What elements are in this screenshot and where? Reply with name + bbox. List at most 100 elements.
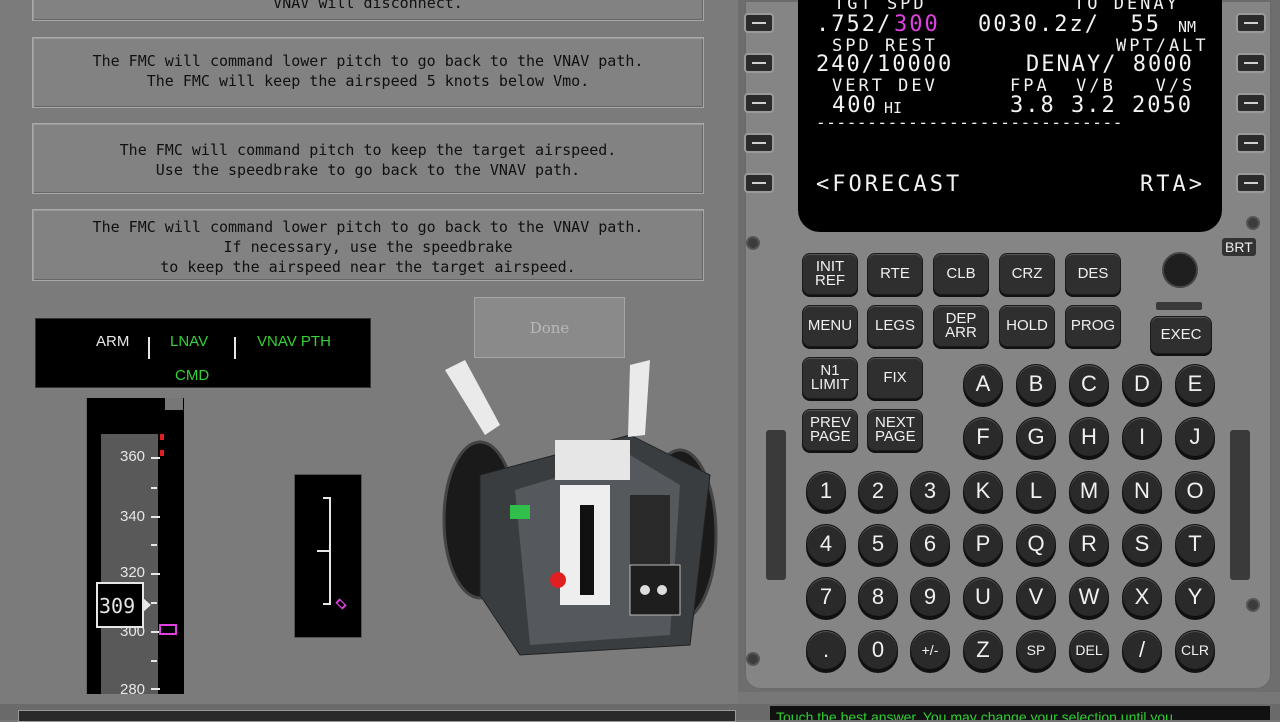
key-clb[interactable]: CLB — [933, 253, 989, 295]
key-rte[interactable]: RTE — [867, 253, 923, 295]
tape-tick — [151, 688, 160, 690]
key-label: NEXT PAGE — [875, 414, 916, 445]
brightness-knob[interactable] — [1162, 252, 1198, 288]
exec-key[interactable]: EXEC — [1150, 316, 1212, 354]
lsk-1r[interactable] — [1236, 13, 1266, 33]
key-d[interactable]: D — [1122, 364, 1162, 404]
key-g[interactable]: G — [1016, 417, 1056, 457]
fma-cmd: CMD — [175, 367, 210, 384]
key-k[interactable]: K — [963, 471, 1003, 511]
key-plus-minus[interactable]: +/- — [910, 630, 950, 670]
key-5[interactable]: 5 — [858, 524, 898, 564]
key-label: INIT REF — [815, 258, 845, 289]
key-n1-limit[interactable]: N1 LIMIT — [802, 357, 858, 399]
cdu-eta-distance: 0030.2z/ 55 — [978, 12, 1161, 37]
key-b[interactable]: B — [1016, 364, 1056, 404]
key-crz[interactable]: CRZ — [999, 253, 1055, 295]
fma-divider — [148, 337, 150, 359]
key-6[interactable]: 6 — [910, 524, 950, 564]
key-fix[interactable]: FIX — [867, 357, 923, 399]
tape-tick-minor — [151, 602, 157, 604]
key-next-page[interactable]: NEXT PAGE — [867, 409, 923, 451]
key-clear[interactable]: CLR — [1175, 630, 1215, 670]
key-slash[interactable]: / — [1122, 630, 1162, 670]
answer-option-4[interactable]: The FMC will command lower pitch to go b… — [32, 209, 704, 281]
key-init-ref[interactable]: INIT REF — [802, 253, 858, 295]
key-legs[interactable]: LEGS — [867, 305, 923, 347]
key-p[interactable]: P — [963, 524, 1003, 564]
tape-tick-minor — [151, 660, 157, 662]
status-bar-left — [18, 710, 736, 722]
lsk-5l[interactable] — [744, 173, 774, 193]
key-l[interactable]: L — [1016, 471, 1056, 511]
answer-option-1[interactable]: VNAV will disconnect. — [32, 0, 704, 21]
cdu-target-speed: 300 — [894, 12, 940, 37]
key-4[interactable]: 4 — [806, 524, 846, 564]
key-m[interactable]: M — [1069, 471, 1109, 511]
vertical-deviation-scale — [294, 474, 362, 638]
lsk-3l[interactable] — [744, 93, 774, 113]
key-z[interactable]: Z — [963, 630, 1003, 670]
key-prog[interactable]: PROG — [1065, 305, 1121, 347]
key-h[interactable]: H — [1069, 417, 1109, 457]
key-3[interactable]: 3 — [910, 471, 950, 511]
key-a[interactable]: A — [963, 364, 1003, 404]
key-u[interactable]: U — [963, 577, 1003, 617]
lsk-1l[interactable] — [744, 13, 774, 33]
key-0[interactable]: 0 — [858, 630, 898, 670]
key-1[interactable]: 1 — [806, 471, 846, 511]
lsk-3r[interactable] — [1236, 93, 1266, 113]
vdev-pointer — [335, 598, 347, 610]
key-c[interactable]: C — [1069, 364, 1109, 404]
key-space[interactable]: SP — [1016, 630, 1056, 670]
speed-pointer — [142, 597, 151, 613]
answer-line: Use the speedbrake to go back to the VNA… — [155, 161, 581, 179]
key-9[interactable]: 9 — [910, 577, 950, 617]
key-i[interactable]: I — [1122, 417, 1162, 457]
key-delete[interactable]: DEL — [1069, 630, 1109, 670]
screw-icon — [746, 652, 760, 666]
lsk-4r[interactable] — [1236, 133, 1266, 153]
flight-mode-annunciator: ARM LNAV VNAV PTH CMD — [35, 318, 371, 388]
screw-icon — [746, 236, 760, 250]
key-s[interactable]: S — [1122, 524, 1162, 564]
key-x[interactable]: X — [1122, 577, 1162, 617]
answer-option-3[interactable]: The FMC will command pitch to keep the t… — [32, 123, 704, 194]
key-2[interactable]: 2 — [858, 471, 898, 511]
answer-line: The FMC will command lower pitch to go b… — [92, 52, 644, 70]
key-decimal[interactable]: . — [806, 630, 846, 670]
tape-tick — [151, 516, 160, 518]
key-y[interactable]: Y — [1175, 577, 1215, 617]
fma-lnav: LNAV — [170, 333, 209, 350]
key-w[interactable]: W — [1069, 577, 1109, 617]
lsk-2r[interactable] — [1236, 53, 1266, 73]
cdu-rta-prompt: RTA> — [1140, 172, 1205, 197]
key-r[interactable]: R — [1069, 524, 1109, 564]
key-des[interactable]: DES — [1065, 253, 1121, 295]
exec-light — [1156, 302, 1202, 310]
key-prev-page[interactable]: PREV PAGE — [802, 409, 858, 451]
key-f[interactable]: F — [963, 417, 1003, 457]
screw-icon — [1246, 598, 1260, 612]
lsk-5r[interactable] — [1236, 173, 1266, 193]
key-7[interactable]: 7 — [806, 577, 846, 617]
key-t[interactable]: T — [1175, 524, 1215, 564]
done-button[interactable]: Done — [474, 297, 625, 358]
key-n[interactable]: N — [1122, 471, 1162, 511]
key-v[interactable]: V — [1016, 577, 1056, 617]
tape-tick — [151, 457, 160, 459]
key-8[interactable]: 8 — [858, 577, 898, 617]
key-j[interactable]: J — [1175, 417, 1215, 457]
lsk-4l[interactable] — [744, 133, 774, 153]
key-dep-arr[interactable]: DEP ARR — [933, 305, 989, 347]
key-e[interactable]: E — [1175, 364, 1215, 404]
key-q[interactable]: Q — [1016, 524, 1056, 564]
key-menu[interactable]: MENU — [802, 305, 858, 347]
lsk-2l[interactable] — [744, 53, 774, 73]
brightness-label: BRT — [1222, 238, 1256, 256]
vdev-tick — [323, 497, 331, 499]
key-o[interactable]: O — [1175, 471, 1215, 511]
answer-option-2[interactable]: The FMC will command lower pitch to go b… — [32, 37, 704, 108]
key-hold[interactable]: HOLD — [999, 305, 1055, 347]
tape-tick-minor — [151, 487, 157, 489]
